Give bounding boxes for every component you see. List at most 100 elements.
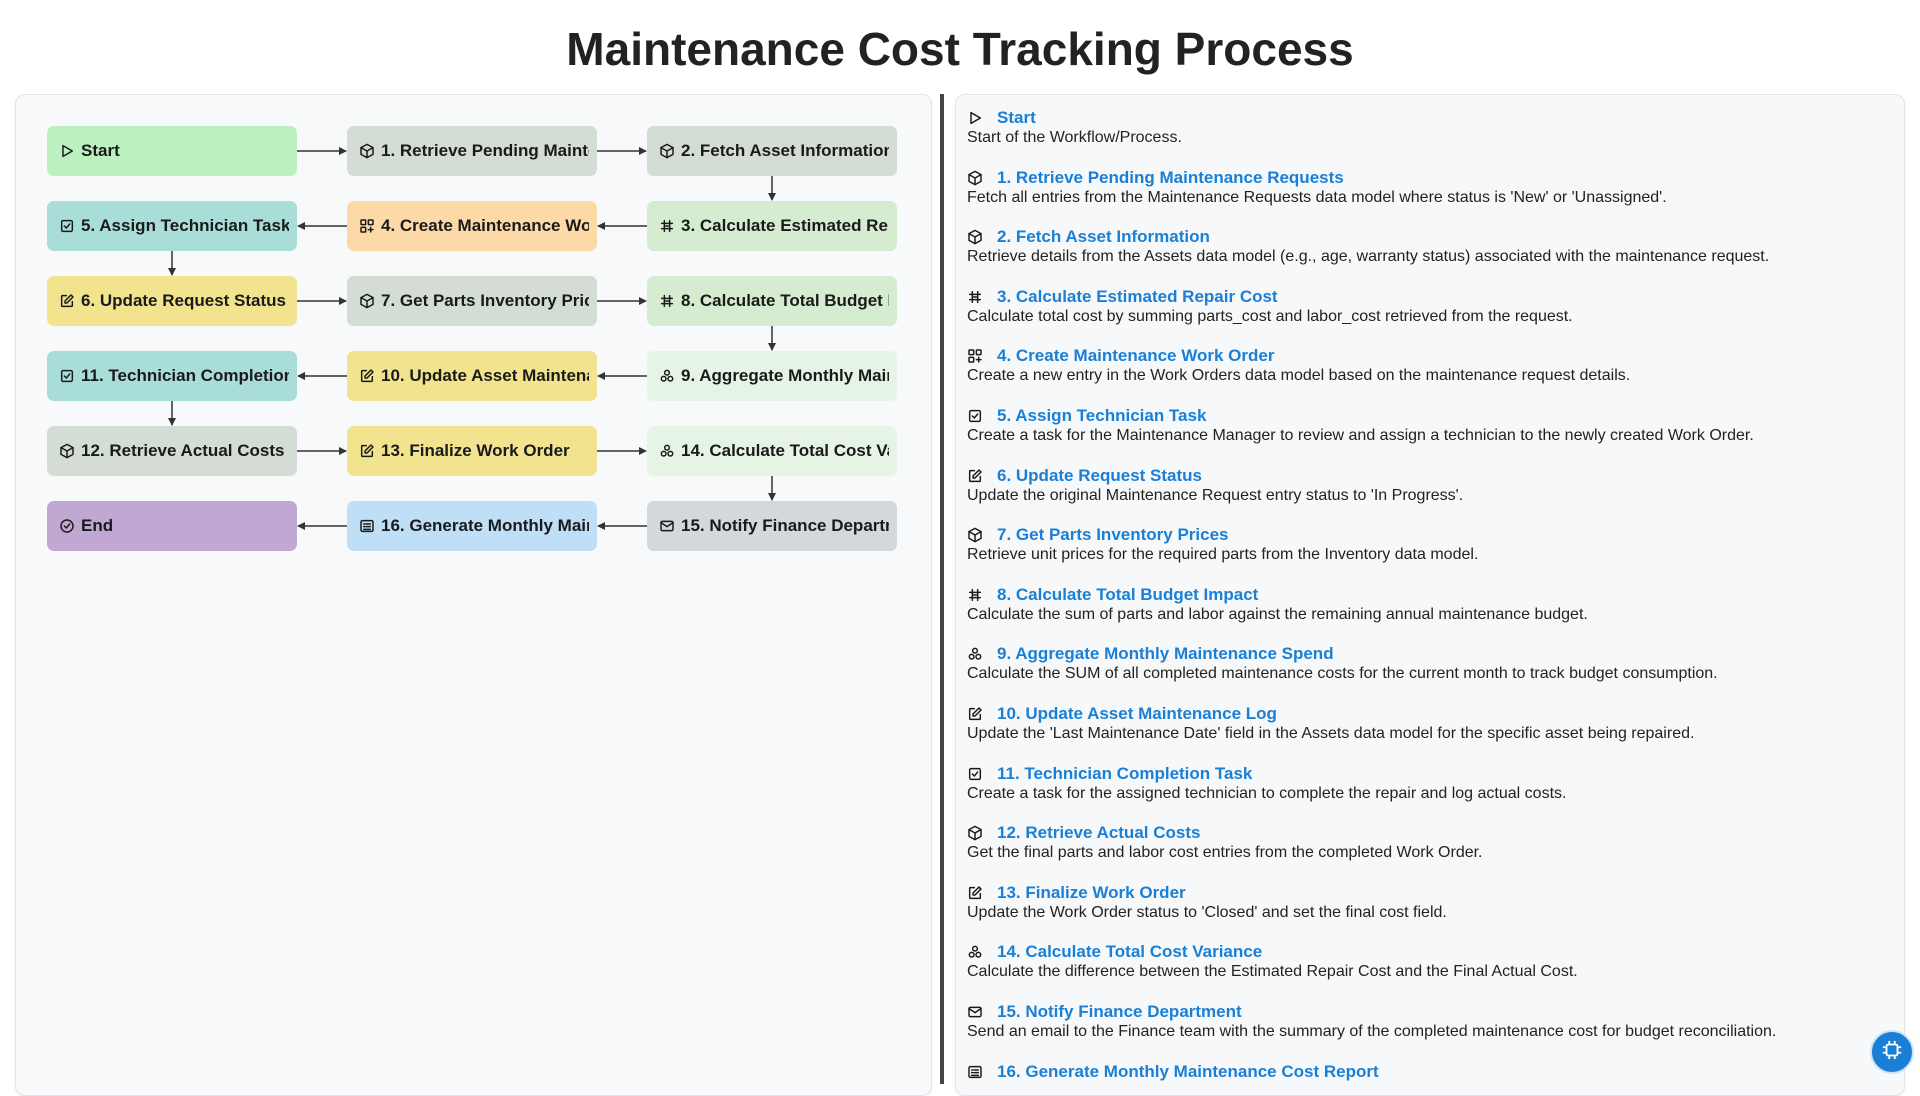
step-detail: 3. Calculate Estimated Repair Cost Calcul… [967, 286, 1573, 326]
step-detail: 13. Finalize Work Order Update the Work O… [967, 882, 1447, 922]
cube-icon [967, 229, 983, 245]
flow-node[interactable]: 4. Create Maintenance Work Order [347, 201, 597, 251]
flow-node[interactable]: 12. Retrieve Actual Costs [47, 426, 297, 476]
flow-node[interactable]: 5. Assign Technician Task [47, 201, 297, 251]
details-panel: Start Start of the Workflow/Process. 1. Re… [955, 94, 1905, 1096]
flow-node[interactable]: 9. Aggregate Monthly Maintenance Spend [647, 351, 897, 401]
flow-node[interactable]: 3. Calculate Estimated Repair Cost [647, 201, 897, 251]
calculator-icon [967, 587, 983, 603]
aggregate-icon [967, 944, 983, 960]
flow-node-label: 11. Technician Completion Task [81, 366, 289, 385]
flow-node-label: 9. Aggregate Monthly Maintenance Spend [681, 366, 889, 385]
cube-icon [59, 443, 75, 459]
flow-node[interactable]: End [47, 501, 297, 551]
edit-icon [967, 706, 983, 722]
flow-node[interactable]: 11. Technician Completion Task [47, 351, 297, 401]
edit-icon [967, 885, 983, 901]
step-title[interactable]: 2. Fetch Asset Information [997, 227, 1210, 247]
step-title[interactable]: 11. Technician Completion Task [997, 764, 1252, 784]
step-detail: 10. Update Asset Maintenance Log Update t… [967, 703, 1694, 743]
step-description: Retrieve unit prices for the required pa… [967, 546, 1479, 564]
step-detail: Start Start of the Workflow/Process. [967, 107, 1182, 147]
flow-node-label: 8. Calculate Total Budget Impact [681, 291, 889, 310]
flow-node[interactable]: 8. Calculate Total Budget Impact [647, 276, 897, 326]
step-description: Update the Work Order status to 'Closed'… [967, 903, 1447, 921]
step-description: Get the final parts and labor cost entri… [967, 844, 1483, 862]
checkbox-icon [59, 218, 75, 234]
aggregate-icon [659, 443, 675, 459]
flow-node[interactable]: 10. Update Asset Maintenance Log [347, 351, 597, 401]
flow-node[interactable]: 2. Fetch Asset Information [647, 126, 897, 176]
step-title[interactable]: 16. Generate Monthly Maintenance Cost Re… [997, 1062, 1379, 1082]
checkbox-icon [967, 408, 983, 424]
edit-icon [359, 368, 375, 384]
step-description: Send an email to the Finance team with t… [967, 1023, 1777, 1040]
step-detail: 11. Technician Completion Task Create a t… [967, 763, 1566, 803]
step-description: Calculate total cost by summing parts_co… [967, 307, 1573, 325]
flow-node-label: End [81, 516, 114, 535]
step-title[interactable]: 6. Update Request Status [997, 466, 1202, 486]
page-title: Maintenance Cost Tracking Process [566, 23, 1354, 75]
step-title[interactable]: 4. Create Maintenance Work Order [997, 346, 1274, 366]
flow-node-label: 5. Assign Technician Task [81, 216, 289, 235]
flow-node-label: Start [81, 141, 120, 160]
flow-node-label: 14. Calculate Total Cost Variance [681, 441, 889, 460]
flow-node-label: 10. Update Asset Maintenance Log [381, 366, 589, 385]
flow-node-label: 15. Notify Finance Department [681, 516, 889, 535]
check-circle-icon [59, 518, 75, 534]
step-description: Update the original Maintenance Request … [967, 486, 1464, 504]
panel-divider[interactable] [940, 94, 944, 1084]
step-title[interactable]: 12. Retrieve Actual Costs [997, 823, 1200, 843]
step-title[interactable]: 13. Finalize Work Order [997, 883, 1186, 903]
grid-icon [967, 348, 983, 364]
step-title[interactable]: 1. Retrieve Pending Maintenance Requests [997, 168, 1344, 188]
flow-node[interactable]: 13. Finalize Work Order [347, 426, 597, 476]
step-description: Retrieve details from the Assets data mo… [967, 248, 1770, 266]
flow-node-label: 12. Retrieve Actual Costs [81, 441, 285, 460]
flow-node-label: 6. Update Request Status [81, 291, 286, 310]
flow-node-label: 1. Retrieve Pending Maintenance Requests [381, 141, 589, 160]
aggregate-icon [659, 368, 675, 384]
calculator-icon [659, 218, 675, 234]
step-detail: 6. Update Request Status Update the origi… [967, 465, 1463, 505]
cube-icon [967, 170, 983, 186]
step-title[interactable]: 14. Calculate Total Cost Variance [997, 942, 1262, 962]
flow-node[interactable]: 7. Get Parts Inventory Prices [347, 276, 597, 326]
cube-icon [967, 527, 983, 543]
cube-icon [659, 143, 675, 159]
step-title[interactable]: 15. Notify Finance Department [997, 1002, 1242, 1022]
step-title[interactable]: 5. Assign Technician Task [997, 406, 1206, 426]
assistant-button[interactable] [1870, 1030, 1914, 1074]
step-description: Create a new entry in the Work Orders da… [967, 367, 1631, 385]
step-detail: 14. Calculate Total Cost Variance Calcula… [967, 941, 1578, 981]
flow-node[interactable]: 6. Update Request Status [47, 276, 297, 326]
step-title[interactable]: 8. Calculate Total Budget Impact [997, 585, 1258, 605]
flow-node[interactable]: 15. Notify Finance Department [647, 501, 897, 551]
step-detail: 5. Assign Technician Task Create a task f… [967, 405, 1754, 445]
step-title[interactable]: Start [997, 108, 1036, 128]
step-title[interactable]: 10. Update Asset Maintenance Log [997, 704, 1277, 724]
flow-node[interactable]: 1. Retrieve Pending Maintenance Requests [347, 126, 597, 176]
flow-node[interactable]: Start [47, 126, 297, 176]
step-description: Create a task for the Maintenance Manage… [967, 427, 1754, 444]
flow-node-label: 4. Create Maintenance Work Order [381, 216, 589, 235]
step-title[interactable]: 9. Aggregate Monthly Maintenance Spend [997, 644, 1334, 664]
aggregate-icon [967, 646, 983, 662]
calculator-icon [967, 289, 983, 305]
step-detail: 7. Get Parts Inventory Prices Retrieve un… [967, 524, 1478, 564]
flow-node-label: 16. Generate Monthly Maintenance Cost Re… [381, 516, 589, 535]
step-detail: 15. Notify Finance Department Send an ema… [967, 1001, 1776, 1041]
step-detail: 4. Create Maintenance Work Order Create a… [967, 345, 1630, 385]
step-title[interactable]: 7. Get Parts Inventory Prices [997, 525, 1229, 545]
step-title[interactable]: 3. Calculate Estimated Repair Cost [997, 287, 1278, 307]
report-icon [967, 1064, 983, 1080]
step-detail: 2. Fetch Asset Information Retrieve detai… [967, 226, 1769, 266]
flow-node[interactable]: 14. Calculate Total Cost Variance [647, 426, 897, 476]
checkbox-icon [59, 368, 75, 384]
step-description: Update the 'Last Maintenance Date' field… [967, 725, 1695, 742]
flow-node[interactable]: 16. Generate Monthly Maintenance Cost Re… [347, 501, 597, 551]
report-icon [359, 518, 375, 534]
step-description: Fetch all entries from the Maintenance R… [967, 188, 1667, 206]
flow-node-label: 13. Finalize Work Order [381, 441, 570, 460]
step-description: Calculate the sum of parts and labor aga… [967, 605, 1588, 623]
